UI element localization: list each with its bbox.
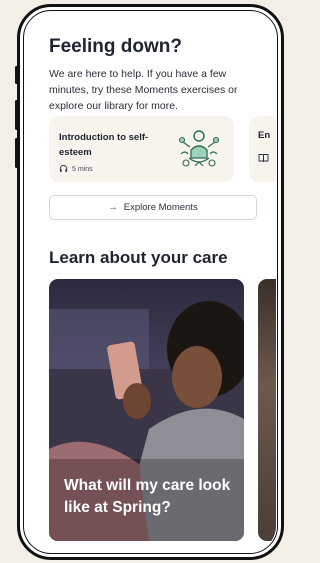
feeling-down-heading: Feeling down?: [49, 36, 182, 57]
moment-card-self-esteem[interactable]: Introduction to self-esteem 5 mins: [49, 116, 234, 182]
learn-about-care-heading: Learn about your care: [49, 248, 228, 267]
moment-card-duration: 5 mins: [72, 166, 93, 173]
phone-side-button: [15, 100, 18, 130]
phone-side-button: [15, 66, 18, 84]
moment-card-title: Introduction to self-esteem: [59, 132, 149, 158]
headphones-icon: [59, 164, 68, 175]
care-article-card-partial[interactable]: [258, 279, 276, 541]
moments-description: We are here to help. If you have a few m…: [49, 68, 238, 112]
explore-moments-label: Explore Moments: [123, 202, 198, 213]
care-article-caption: What will my care look like at Spring?: [64, 477, 231, 516]
app-screen: Feeling down? We are here to help. If yo…: [25, 12, 276, 552]
phone-side-button: [15, 138, 18, 168]
self-esteem-illustration-icon: [177, 128, 221, 175]
arrow-right-icon: →: [108, 202, 118, 213]
care-article-card[interactable]: What will my care look like at Spring?: [49, 279, 244, 541]
book-icon: [258, 150, 269, 168]
moment-card-meta: 5 mins: [59, 164, 93, 175]
moment-card-title: En: [258, 130, 271, 141]
explore-moments-button[interactable]: → Explore Moments: [49, 195, 257, 220]
moment-card-partial[interactable]: En: [249, 116, 276, 182]
